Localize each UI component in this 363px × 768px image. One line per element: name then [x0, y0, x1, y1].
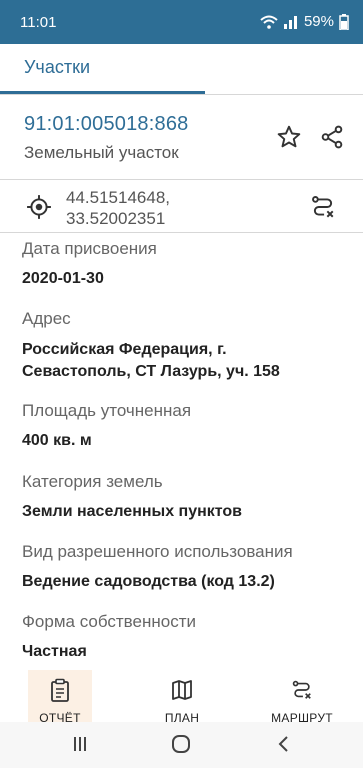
route-icon[interactable]	[308, 192, 338, 222]
coordinates[interactable]: 44.51514648, 33.52002351	[66, 187, 170, 229]
home-icon[interactable]	[170, 734, 192, 759]
favorite-star-icon[interactable]	[274, 123, 304, 151]
battery-percent: 59%	[303, 13, 334, 30]
field-label-address: Адрес	[22, 309, 71, 328]
longitude: 33.52002351	[66, 209, 166, 228]
divider	[0, 232, 363, 233]
divider	[0, 179, 363, 180]
field-label-area: Площадь уточненная	[22, 401, 192, 420]
field-value-ownership: Частная	[22, 643, 87, 660]
tab-parcels[interactable]: Участки	[24, 57, 90, 78]
map-icon	[171, 670, 193, 707]
location-target-icon[interactable]	[24, 192, 54, 222]
field-value-address-line1: Российская Федерация, г.	[22, 341, 227, 358]
status-bar: 11:01 59%	[0, 0, 363, 44]
divider	[0, 94, 363, 95]
latitude: 44.51514648,	[66, 188, 170, 207]
field-label-category: Категория земель	[22, 472, 163, 491]
field-label-date: Дата присвоения	[22, 239, 157, 258]
field-label-ownership: Форма собственности	[22, 612, 196, 631]
nav-route[interactable]: МАРШРУТ	[258, 670, 346, 725]
system-nav-bar	[0, 722, 363, 768]
tab-bar: Участки	[0, 44, 363, 94]
status-icons: 59%	[260, 13, 349, 30]
recent-apps-icon[interactable]	[70, 734, 90, 759]
status-time: 11:01	[20, 14, 57, 31]
field-value-date: 2020-01-30	[22, 270, 104, 287]
field-label-usage: Вид разрешенного использования	[22, 542, 293, 561]
report-icon	[49, 670, 71, 707]
wifi-icon	[260, 15, 278, 29]
route-icon	[291, 670, 313, 707]
nav-report[interactable]: ОТЧЁТ	[28, 670, 92, 725]
parcel-id: 91:01:005018:868	[24, 113, 189, 135]
nav-plan[interactable]: ПЛАН	[151, 670, 213, 725]
field-value-area: 400 кв. м	[22, 432, 92, 449]
battery-icon	[339, 13, 349, 30]
back-icon[interactable]	[274, 734, 294, 759]
field-value-usage: Ведение садоводства (код 13.2)	[22, 573, 275, 590]
parcel-type: Земельный участок	[24, 143, 179, 162]
field-value-category: Земли населенных пунктов	[22, 503, 243, 520]
share-icon[interactable]	[318, 123, 346, 151]
field-value-address-line2: Севастополь, СТ Лазурь, уч. 158	[22, 363, 280, 380]
bottom-nav: ОТЧЁТ ПЛАН МАРШРУТ	[0, 670, 363, 725]
signal-icon	[283, 15, 299, 29]
